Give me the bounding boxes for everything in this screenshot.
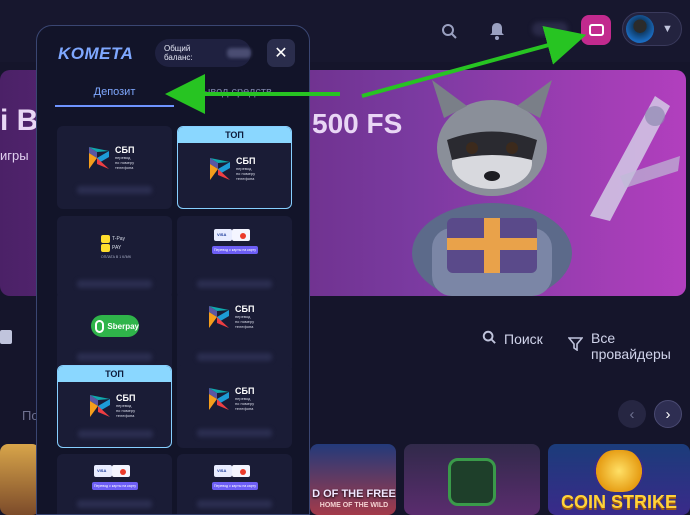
balance-label: Общий баланс: (164, 44, 193, 62)
sbp-icon (209, 388, 229, 410)
limits-blurred (77, 186, 152, 194)
wallet-icon (588, 24, 604, 36)
sbp-logo: СБП перевод по номеру телефона (209, 387, 254, 411)
game-tile[interactable] (404, 444, 540, 515)
total-balance: Общий баланс: (155, 39, 251, 67)
limits-blurred (197, 429, 272, 437)
sbp-logo: СБП перевод по номеру телефона (209, 305, 254, 329)
limits-blurred (77, 500, 152, 508)
game-tile[interactable]: COIN STRIKE (548, 444, 690, 515)
carousel-prev-button[interactable]: ‹ (618, 400, 646, 428)
providers-filter-button[interactable]: Все провайдеры (567, 330, 690, 362)
chevron-right-icon: › (665, 405, 671, 423)
payment-method-sbp[interactable]: СБП перевод по номеру телефона (57, 126, 172, 209)
banner-free-spins: 500 FS (312, 108, 403, 139)
game-title: COIN STRIKE (560, 492, 677, 512)
card-transfer-logo: VISA Перевод с карты на карту (212, 462, 258, 490)
sberpay-icon (95, 319, 105, 333)
mastercard-icon (120, 469, 126, 475)
payment-method-sbp[interactable]: СБП перевод по номеру телефона (177, 291, 292, 374)
sbp-logo: СБП перевод по номеру телефона (210, 157, 255, 181)
game-title: D OF THE FREE (312, 488, 396, 500)
bell-icon[interactable] (480, 14, 514, 48)
payment-method-sbp-top[interactable]: ТОП СБП перевод по номеру телефона (57, 365, 172, 448)
search-icon[interactable] (432, 14, 466, 48)
close-icon: ✕ (274, 45, 288, 62)
mastercard-icon (240, 233, 246, 239)
providers-label: Все провайдеры (591, 330, 671, 362)
wallet-button[interactable] (581, 15, 611, 45)
sbp-logo: СБП перевод по номеру телефона (89, 146, 134, 170)
avatar (626, 15, 654, 43)
chevron-left-icon: ‹ (629, 405, 635, 423)
sbp-icon (89, 147, 109, 169)
game-artwork (448, 458, 496, 506)
payment-method-card-transfer[interactable]: VISA Перевод с карты на карту (177, 216, 292, 299)
sbp-icon (210, 158, 230, 180)
top-badge: ТОП (178, 127, 291, 143)
sbp-icon (209, 306, 229, 328)
payment-method-sbp-top[interactable]: ТОП СБП перевод по номеру телефона (177, 126, 292, 209)
game-tile[interactable] (0, 444, 40, 515)
filter-icon (567, 337, 584, 355)
search-games-button[interactable]: Поиск (482, 330, 543, 348)
banner-subtext: игры (0, 148, 29, 163)
game-subtitle: HOME OF THE WILD (319, 502, 389, 509)
payment-method-sbp[interactable]: СБП перевод по номеру телефона (177, 365, 292, 448)
card-transfer-logo: VISA Перевод с карты на карту (212, 226, 258, 254)
carousel-next-button[interactable]: › (654, 400, 682, 428)
limits-blurred (77, 353, 152, 361)
sbp-icon (90, 395, 110, 417)
balance-value-blurred (227, 48, 251, 58)
payment-method-card-transfer[interactable]: VISA Перевод с карты на карту (57, 454, 172, 514)
top-badge: ТОП (58, 366, 171, 382)
tab-withdraw[interactable]: Вывод средств (174, 78, 293, 106)
payment-method-tpay[interactable]: T-Pay PAY ОПЛАТА В 1 КЛИК (57, 216, 172, 299)
search-icon (482, 330, 496, 348)
sbp-logo: СБП перевод по номеру телефона (90, 394, 135, 418)
game-tile[interactable]: D OF THE FREE HOME OF THE WILD (310, 444, 396, 515)
sberpay-logo: Sberpay (91, 315, 139, 337)
tpay-logo: T-Pay PAY ОПЛАТА В 1 КЛИК (101, 234, 132, 259)
limits-blurred (197, 500, 272, 508)
tpay-icon (101, 234, 110, 243)
search-label: Поиск (504, 331, 543, 347)
profile-menu[interactable]: ▼ (622, 12, 682, 46)
payment-method-sberpay[interactable]: Sberpay (57, 291, 172, 374)
coin-artwork (594, 450, 644, 492)
payment-tabs: Депозит Вывод средств (55, 78, 293, 108)
close-button[interactable]: ✕ (267, 39, 295, 67)
card-transfer-logo: VISA Перевод с карты на карту (92, 462, 138, 490)
payment-method-card-transfer[interactable]: VISA Перевод с карты на карту (177, 454, 292, 514)
limits-blurred (78, 430, 153, 438)
balance-value-blurred (532, 22, 568, 36)
tpay-icon (101, 243, 110, 252)
tab-deposit[interactable]: Депозит (55, 78, 174, 106)
raccoon-astronaut-illustration (412, 80, 572, 296)
mastercard-icon (240, 469, 246, 475)
chevron-down-icon: ▼ (662, 23, 673, 35)
active-tab-indicator (55, 105, 174, 107)
limits-blurred (77, 280, 152, 288)
limits-blurred (197, 280, 272, 288)
limits-blurred (197, 353, 272, 361)
category-icon[interactable] (0, 330, 12, 344)
kometa-logo: KOMETA (58, 44, 134, 63)
deposit-modal: KOMETA Общий баланс: ✕ Депозит Вывод сре… (36, 25, 310, 515)
